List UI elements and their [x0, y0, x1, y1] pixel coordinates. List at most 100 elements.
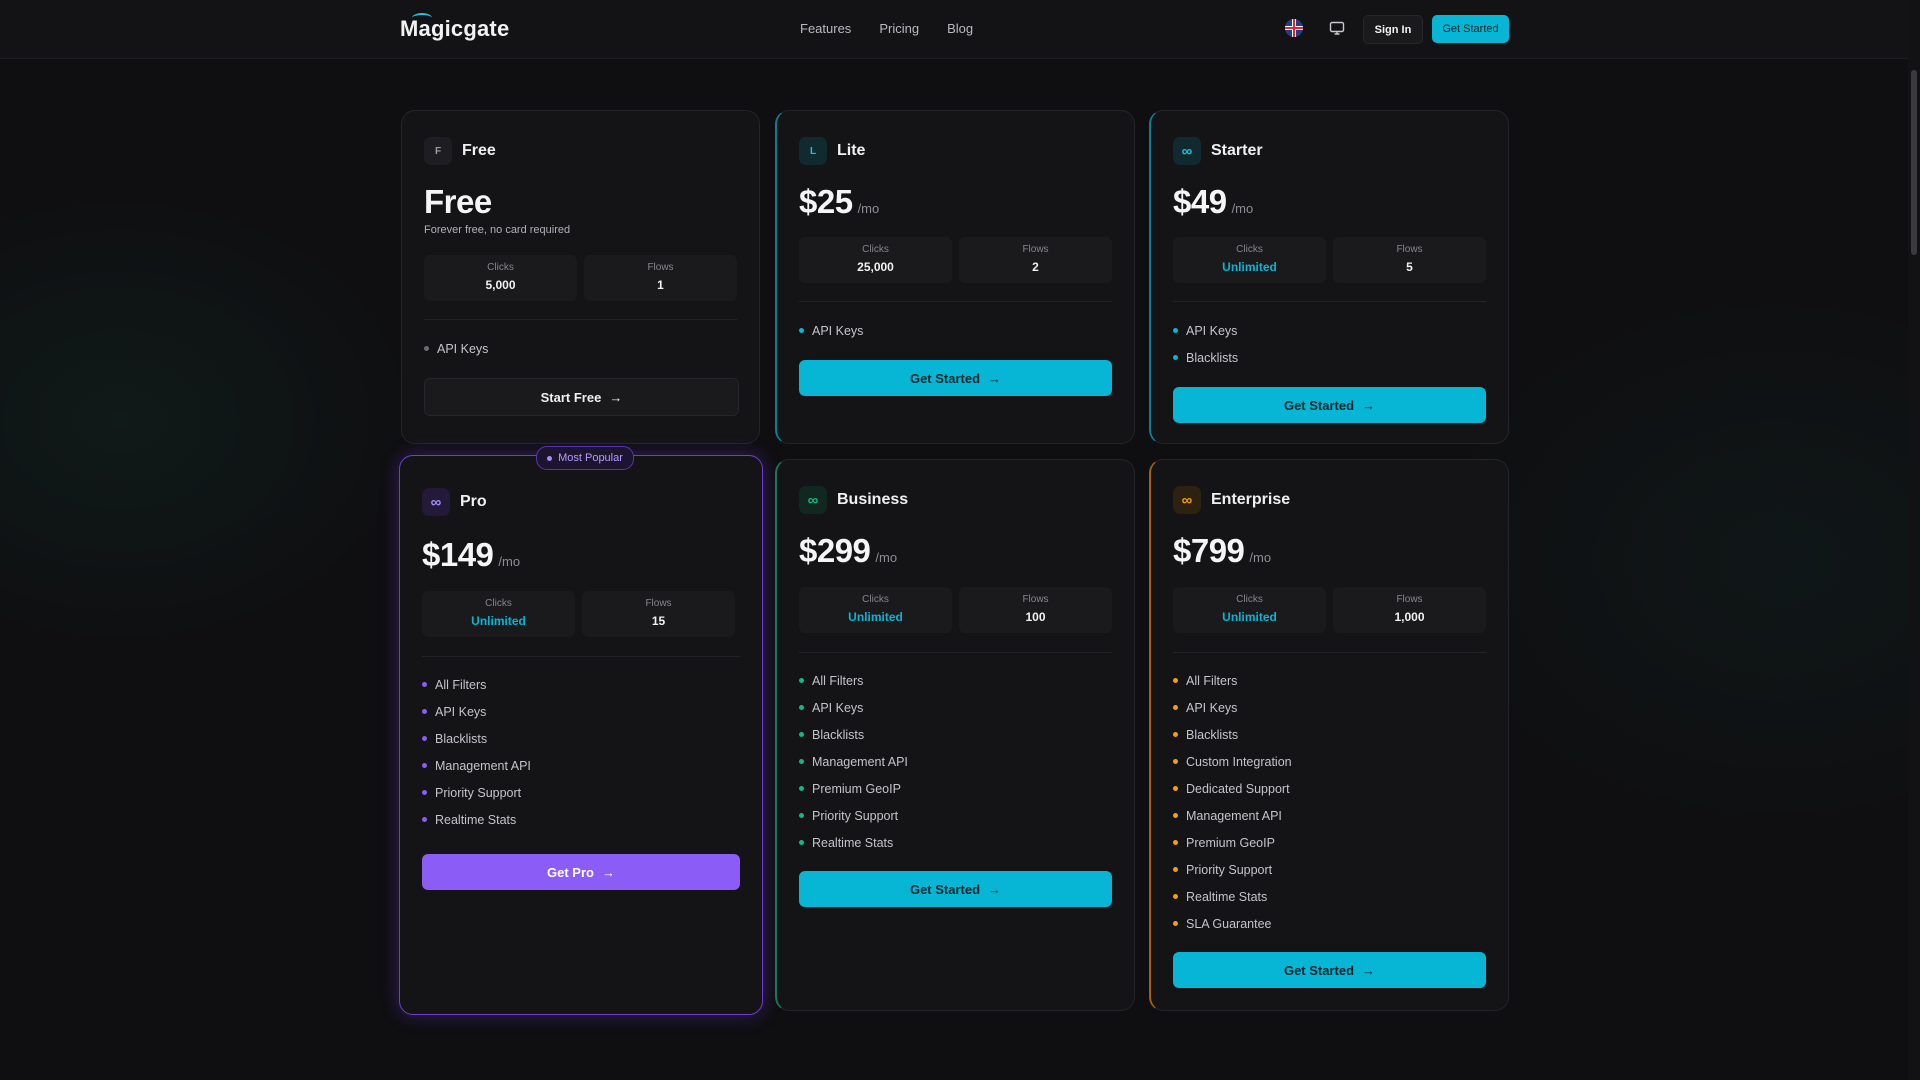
scrollbar-thumb[interactable] [1911, 70, 1917, 255]
top-header: Magicgate Features Pricing Blog Sign In … [0, 0, 1908, 59]
plan-badge-lite: L [799, 137, 827, 165]
feature-item: All Filters [799, 674, 908, 701]
flows-stat: Flows 2 [959, 237, 1112, 283]
plan-card-pro: ∞ Pro $149 /mo Clicks Unlimited Flows 15… [399, 455, 763, 1015]
arrow-right-icon: → [609, 389, 623, 405]
feature-item: Management API [799, 755, 908, 782]
main-nav: Features Pricing Blog [800, 21, 973, 36]
divider [422, 656, 740, 657]
flows-value: 1 [657, 278, 664, 292]
feature-item: Realtime Stats [799, 836, 908, 863]
get-pro-button[interactable]: Get Pro → [422, 854, 740, 890]
stat-label: Clicks [1236, 594, 1263, 605]
lite-get-started-button[interactable]: Get Started → [799, 360, 1112, 396]
feature-item: Management API [1173, 809, 1292, 836]
bullet-icon [1173, 759, 1178, 764]
flows-value: 1,000 [1394, 610, 1425, 624]
infinity-icon: ∞ [1173, 486, 1201, 514]
feature-item: API Keys [422, 705, 531, 732]
flows-value: 5 [1406, 260, 1413, 274]
feature-item: API Keys [424, 342, 488, 369]
sign-in-button[interactable]: Sign In [1363, 15, 1423, 44]
monitor-icon[interactable] [1328, 19, 1346, 37]
logo[interactable]: Magicgate [400, 16, 509, 42]
price-period: /mo [1231, 201, 1254, 216]
plan-card-free: F Free Free Forever free, no card requir… [401, 110, 760, 444]
bullet-icon [1173, 705, 1178, 710]
feature-item: API Keys [799, 324, 863, 351]
clicks-stat: Clicks 25,000 [799, 237, 952, 283]
divider [1173, 301, 1486, 302]
feature-item: Blacklists [1173, 728, 1292, 755]
feature-item: Priority Support [1173, 863, 1292, 890]
price-period: /mo [857, 201, 880, 216]
bullet-icon [422, 709, 427, 714]
start-free-button[interactable]: Start Free → [424, 378, 739, 416]
flag-icon[interactable] [1285, 19, 1303, 37]
feature-item: Premium GeoIP [1173, 836, 1292, 863]
feature-item: Dedicated Support [1173, 782, 1292, 809]
flows-value: 15 [651, 614, 666, 628]
stat-label: Clicks [485, 598, 512, 609]
bullet-icon [422, 817, 427, 822]
bullet-icon [799, 328, 804, 333]
nav-features[interactable]: Features [800, 21, 851, 36]
bullet-icon [422, 790, 427, 795]
feature-item: API Keys [1173, 701, 1292, 728]
clicks-stat: Clicks Unlimited [1173, 237, 1326, 283]
bullet-icon [1173, 355, 1178, 360]
feature-item: Priority Support [422, 786, 531, 813]
plan-name: Lite [837, 142, 866, 159]
plan-card-business: ∞ Business $299 /mo Clicks Unlimited Flo… [775, 459, 1135, 1011]
feature-item: Blacklists [799, 728, 908, 755]
stat-label: Clicks [1236, 244, 1263, 255]
plan-card-enterprise: ∞ Enterprise $799 /mo Clicks Unlimited F… [1149, 459, 1509, 1011]
bullet-icon [422, 682, 427, 687]
feature-item: Management API [422, 759, 531, 786]
flows-stat: Flows 5 [1333, 237, 1486, 283]
plan-price: $149 [422, 536, 494, 573]
feature-list: All Filters API Keys Blacklists Manageme… [422, 678, 531, 840]
stat-label: Flows [645, 598, 672, 609]
nav-pricing[interactable]: Pricing [879, 21, 919, 36]
plan-card-lite: L Lite $25 /mo Clicks 25,000 Flows 2 API… [775, 110, 1135, 444]
header-get-started-button[interactable]: Get Started [1432, 15, 1509, 43]
infinity-icon: ∞ [422, 488, 450, 516]
clicks-value: 5,000 [485, 278, 516, 292]
feature-item: API Keys [1173, 324, 1238, 351]
bullet-icon [422, 736, 427, 741]
infinity-icon: ∞ [799, 486, 827, 514]
enterprise-get-started-button[interactable]: Get Started → [1173, 952, 1486, 988]
bullet-icon [799, 732, 804, 737]
bullet-icon [1173, 786, 1178, 791]
arrow-right-icon: → [988, 881, 1002, 897]
bullet-icon [1173, 678, 1178, 683]
flows-stat: Flows 15 [582, 591, 735, 637]
feature-item: All Filters [422, 678, 531, 705]
plan-card-starter: ∞ Starter $49 /mo Clicks Unlimited Flows… [1149, 110, 1509, 444]
plan-name: Enterprise [1211, 491, 1291, 508]
nav-blog[interactable]: Blog [947, 21, 973, 36]
flows-stat: Flows 1 [584, 255, 737, 301]
flows-stat: Flows 100 [959, 587, 1112, 633]
clicks-stat: Clicks Unlimited [422, 591, 575, 637]
business-get-started-button[interactable]: Get Started → [799, 871, 1112, 907]
stat-label: Flows [647, 262, 674, 273]
plan-name: Free [462, 142, 496, 159]
feature-item: Premium GeoIP [799, 782, 908, 809]
feature-list: API Keys [799, 324, 863, 351]
clicks-stat: Clicks 5,000 [424, 255, 577, 301]
bullet-icon [1173, 894, 1178, 899]
feature-item: Blacklists [1173, 351, 1238, 378]
bullet-icon [799, 786, 804, 791]
feature-item: API Keys [799, 701, 908, 728]
arrow-right-icon: → [601, 864, 615, 880]
feature-list: API Keys [424, 342, 488, 369]
bullet-icon [1173, 840, 1178, 845]
bullet-icon [799, 678, 804, 683]
clicks-value: Unlimited [471, 614, 526, 628]
starter-get-started-button[interactable]: Get Started → [1173, 387, 1486, 423]
plan-price: $799 [1173, 532, 1245, 569]
clicks-stat: Clicks Unlimited [799, 587, 952, 633]
plan-price: $49 [1173, 183, 1227, 220]
